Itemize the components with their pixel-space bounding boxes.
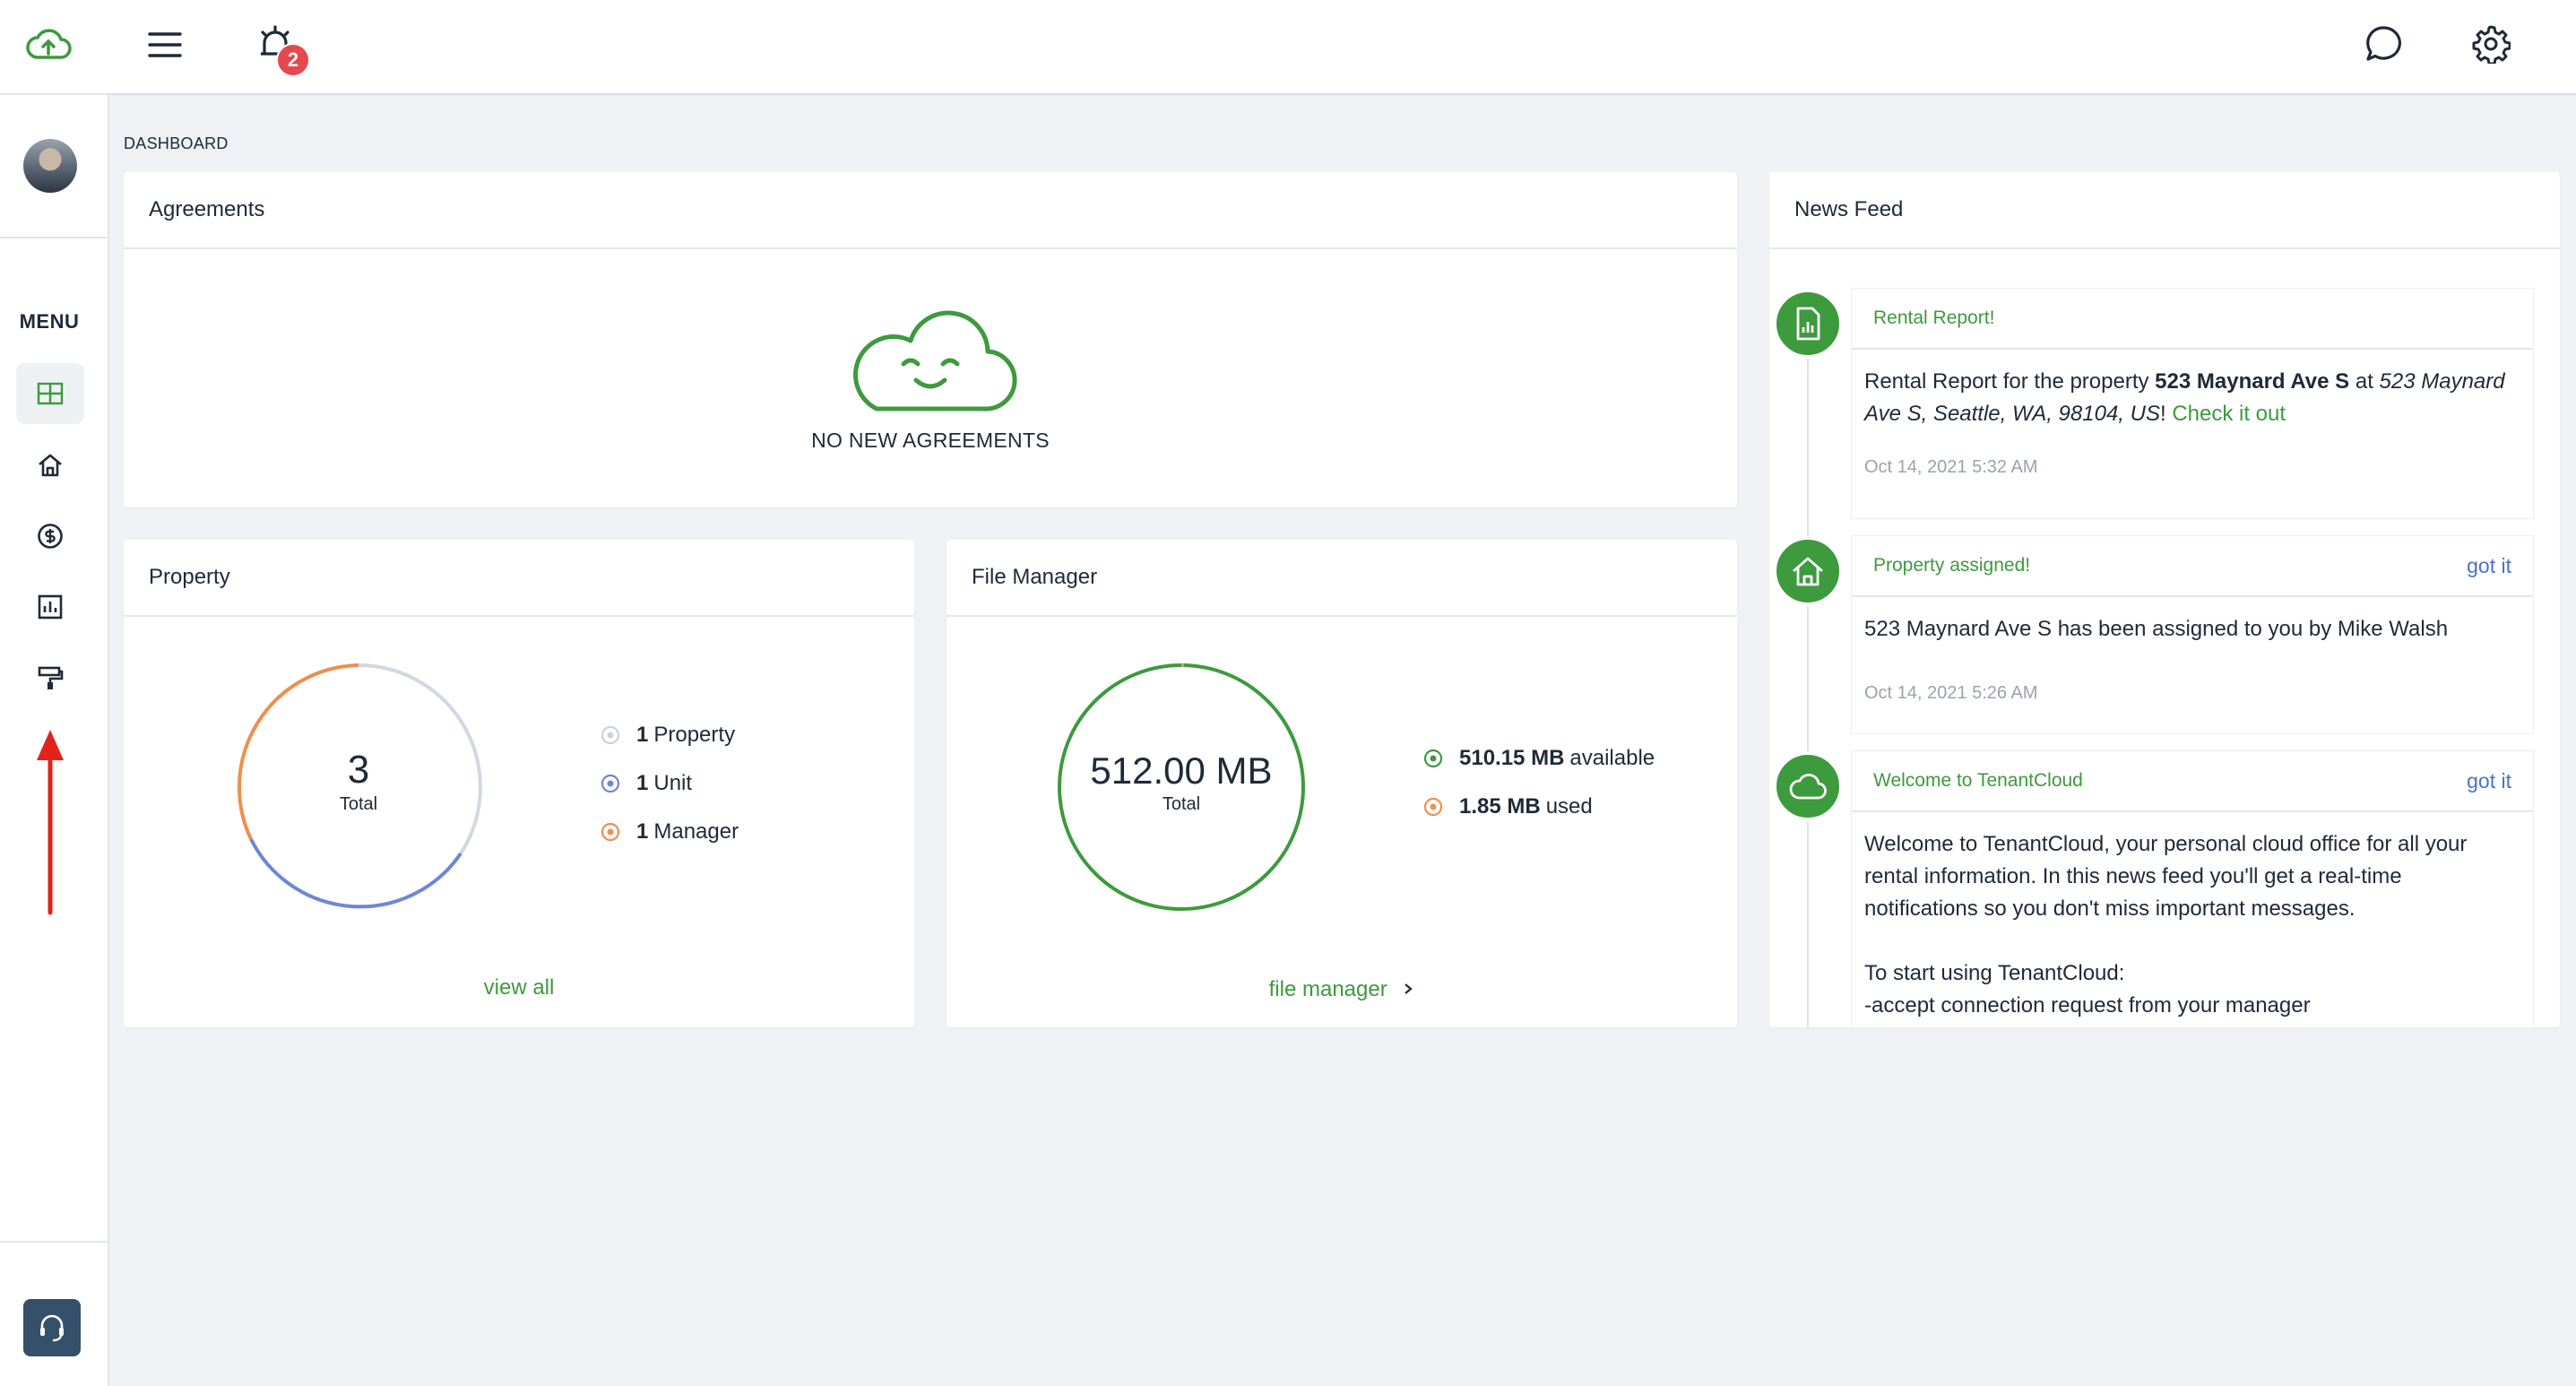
- sidebar-item-maintenance[interactable]: [16, 647, 84, 708]
- legend-dot-icon: [601, 774, 620, 793]
- chevron-right-icon: [1405, 983, 1413, 994]
- welcome-paragraph: Welcome to TenantCloud, your personal cl…: [1864, 832, 2468, 921]
- sidebar-item-reports[interactable]: [16, 576, 84, 637]
- chat-icon[interactable]: [2361, 22, 2406, 66]
- legend-amount: 1.85 MB: [1459, 794, 1541, 819]
- legend-available: 510.15 MB available: [1423, 746, 1655, 771]
- legend-label: Property: [653, 723, 736, 747]
- legend-amount: 510.15 MB: [1459, 746, 1565, 770]
- hamburger-menu-icon[interactable]: [143, 25, 186, 65]
- sidebar-divider: [0, 237, 108, 238]
- maintenance-icon: [38, 666, 64, 689]
- feed-item-time: Oct 14, 2021 5:32 AM: [1864, 457, 2038, 477]
- check-it-out-link[interactable]: Check it out: [2172, 402, 2286, 426]
- got-it-button[interactable]: got it: [2467, 554, 2511, 578]
- sidebar-item-dashboard[interactable]: [16, 363, 84, 424]
- legend-dot-icon: [601, 725, 620, 745]
- body-text: at: [2349, 369, 2380, 394]
- notifications-button[interactable]: 2: [251, 20, 310, 77]
- support-button[interactable]: [23, 1299, 81, 1356]
- no-agreements-text: NO NEW AGREEMENTS: [811, 429, 1050, 452]
- legend-property: 1 Property: [601, 723, 735, 748]
- legend-label: available: [1569, 746, 1655, 770]
- feed-item-body: 523 Maynard Ave S has been assigned to y…: [1864, 617, 2449, 641]
- feed-item-time: Oct 14, 2021 5:26 AM: [1864, 683, 2038, 703]
- welcome-steps-heading: To start using TenantCloud:: [1864, 961, 2125, 985]
- property-title: Property: [124, 540, 914, 617]
- cloud-feed-icon: [1773, 751, 1843, 821]
- dollar-icon: [38, 524, 63, 549]
- property-card: Property 3 Total 1 Property 1 Unit 1 Manage…: [124, 540, 914, 1027]
- file-manager-link-label: file manager: [1268, 977, 1387, 1001]
- avatar[interactable]: [23, 139, 77, 193]
- property-total-value: 3: [347, 748, 370, 792]
- top-bar: 2: [108, 0, 2576, 95]
- feed-item-body: Rental Report for the property 523 Mayna…: [1852, 350, 2533, 430]
- headset-icon: [40, 1314, 64, 1342]
- feed-item-rental-report: Rental Report! Rental Report for the pro…: [1852, 289, 2533, 518]
- menu-label: MENU: [19, 310, 80, 333]
- legend-dot-icon: [1423, 749, 1443, 768]
- legend-used: 1.85 MB used: [1423, 794, 1593, 819]
- sidebar-item-accounting[interactable]: [16, 506, 84, 567]
- report-feed-icon: [1773, 289, 1843, 359]
- news-feed-title: News Feed: [1769, 172, 2560, 249]
- sidebar: MENU: [0, 0, 109, 1386]
- home-icon: [39, 454, 62, 477]
- file-manager-title: File Manager: [947, 540, 1737, 617]
- home-feed-icon: [1773, 536, 1843, 606]
- feed-item-body: Welcome to TenantCloud, your personal cl…: [1852, 812, 2533, 1022]
- notification-count-badge: 2: [276, 43, 310, 77]
- settings-gear-icon[interactable]: [2468, 22, 2513, 66]
- dashboard-icon: [37, 382, 64, 405]
- feed-item-title: Property assigned!: [1873, 555, 2031, 576]
- sidebar-divider: [0, 1241, 108, 1243]
- reports-icon: [38, 594, 63, 619]
- smiling-cloud-icon: [853, 310, 1017, 411]
- legend-label: used: [1545, 794, 1593, 819]
- property-total-label: Total: [339, 794, 378, 814]
- sidebar-item-properties[interactable]: [16, 435, 84, 496]
- feed-item-property-assigned: Property assigned! got it 523 Maynard Av…: [1852, 536, 2533, 733]
- legend-manager: 1 Manager: [601, 819, 739, 845]
- body-text: !: [2159, 402, 2173, 426]
- legend-dot-icon: [1423, 797, 1443, 817]
- feed-item-welcome: Welcome to TenantCloud got it Welcome to…: [1852, 751, 2533, 1027]
- agreements-card: Agreements NO NEW AGREEMENTS: [124, 172, 1737, 507]
- legend-label: Manager: [653, 819, 739, 844]
- sidebar-divider: [0, 93, 108, 95]
- body-text: Rental Report for the property: [1864, 369, 2156, 394]
- feed-item-title: Rental Report!: [1873, 308, 1995, 328]
- property-name: 523 Maynard Ave S: [2155, 369, 2350, 394]
- legend-label: Unit: [653, 771, 693, 795]
- file-manager-link[interactable]: file manager: [1269, 977, 1415, 1001]
- view-all-link[interactable]: view all: [484, 975, 555, 1000]
- breadcrumb: DASHBOARD: [124, 134, 229, 152]
- agreements-title: Agreements: [124, 172, 1737, 249]
- legend-count: 1: [636, 771, 649, 795]
- annotation-arrow-icon: [37, 730, 64, 915]
- got-it-button[interactable]: got it: [2467, 769, 2511, 793]
- legend-count: 1: [636, 819, 649, 844]
- legend-count: 1: [636, 723, 649, 747]
- welcome-step: -accept connection request from your man…: [1864, 993, 2311, 1018]
- feed-timeline: [1807, 323, 1809, 1027]
- legend-dot-icon: [601, 822, 620, 842]
- storage-total-label: Total: [1162, 794, 1201, 814]
- file-manager-card: File Manager 512.00 MB Total 510.15 MB av…: [947, 540, 1737, 1027]
- storage-total-value: 512.00 MB: [1090, 749, 1273, 792]
- legend-unit: 1 Unit: [601, 771, 692, 796]
- tenantcloud-logo-icon[interactable]: [22, 22, 75, 68]
- feed-item-title: Welcome to TenantCloud: [1873, 770, 2083, 791]
